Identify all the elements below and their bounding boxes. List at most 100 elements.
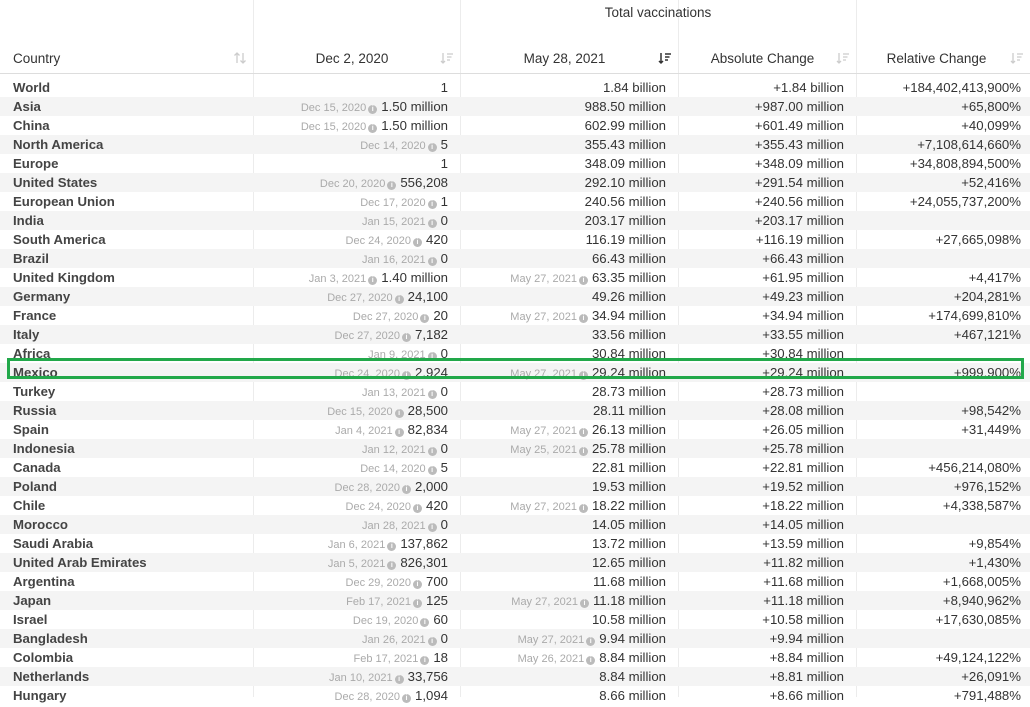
info-icon[interactable]: i (401, 371, 411, 380)
column-header-absolute-change[interactable]: Absolute Change (679, 43, 856, 73)
table-row[interactable]: France Dec 27, 2020 i 20 May 27, 2021 i 34.94 … (0, 306, 1030, 325)
info-icon[interactable]: i (578, 504, 588, 513)
info-icon[interactable]: i (578, 447, 588, 456)
table-row[interactable]: Japan Feb 17, 2021 i 125 May 27, 2021 i 11.18 … (0, 591, 1030, 610)
info-icon[interactable]: i (427, 523, 437, 532)
info-icon[interactable]: i (401, 694, 411, 703)
sort-desc-icon[interactable] (1010, 51, 1024, 65)
cell-value: 24,100 (407, 289, 448, 304)
table-row[interactable]: India Jan 15, 2021 i 0 203.17 million +203.17… (0, 211, 1030, 230)
table-row[interactable]: Poland Dec 28, 2020 i 2,000 19.53 million +19… (0, 477, 1030, 496)
info-icon[interactable]: i (586, 656, 596, 665)
info-icon[interactable]: i (578, 371, 588, 380)
info-icon[interactable]: i (387, 181, 397, 190)
column-header-dec-2-2020[interactable]: Dec 2, 2020 (254, 43, 460, 73)
relative-change-value: +34,808,894,500% (909, 156, 1021, 171)
info-icon[interactable]: i (368, 276, 378, 285)
table-row[interactable]: Italy Dec 27, 2020 i 7,182 33.56 million +33.… (0, 325, 1030, 344)
info-icon[interactable]: i (427, 257, 437, 266)
sort-desc-icon[interactable] (440, 51, 454, 65)
date-note: Dec 14, 2020 (360, 140, 426, 152)
info-icon[interactable]: i (401, 333, 411, 342)
table-row[interactable]: United Kingdom Jan 3, 2021 i 1.40 million Ma… (0, 268, 1030, 287)
info-icon[interactable]: i (427, 466, 437, 475)
table-row[interactable]: Spain Jan 4, 2021 i 82,834 May 27, 2021 i 26.1… (0, 420, 1030, 439)
may-28-2021-value: 10.58 million (461, 610, 666, 629)
info-icon[interactable]: i (368, 105, 378, 114)
dec-2-2020-value: Dec 14, 2020 i 5 (254, 135, 448, 154)
info-icon[interactable]: i (578, 314, 588, 323)
table-row[interactable]: China Dec 15, 2020 i 1.50 million 602.99 mil… (0, 116, 1030, 135)
table-row[interactable]: Russia Dec 15, 2020 i 28,500 28.11 million +2… (0, 401, 1030, 420)
info-icon[interactable]: i (586, 637, 596, 646)
dec-2-2020-value: Feb 17, 2021 i 125 (254, 591, 448, 610)
info-icon[interactable]: i (427, 447, 437, 456)
info-icon[interactable]: i (394, 409, 404, 418)
table-row[interactable]: Mexico Dec 24, 2020 i 2,924 May 27, 2021 i 29.… (0, 363, 1030, 382)
info-icon[interactable]: i (427, 637, 437, 646)
column-header-country[interactable]: Country (13, 43, 253, 73)
date-note: May 25, 2021 (510, 444, 577, 456)
table-row[interactable]: Morocco Jan 28, 2021 i 0 14.05 million +14.05… (0, 515, 1030, 534)
info-icon[interactable]: i (412, 238, 422, 247)
table-row[interactable]: European Union Dec 17, 2020 i 1 240.56 milli… (0, 192, 1030, 211)
info-icon[interactable]: i (387, 542, 397, 551)
table-row[interactable]: Africa Jan 9, 2021 i 0 30.84 million +30.84 m… (0, 344, 1030, 363)
sort-desc-icon[interactable] (836, 51, 850, 65)
table-row[interactable]: North America Dec 14, 2020 i 5 355.43 millio… (0, 135, 1030, 154)
table-row[interactable]: United Arab Emirates Jan 5, 2021 i 826,301 1… (0, 553, 1030, 572)
cell-value: 82,834 (407, 422, 448, 437)
table-row[interactable]: Germany Dec 27, 2020 i 24,100 49.26 million +… (0, 287, 1030, 306)
info-icon[interactable]: i (387, 561, 397, 570)
sort-desc-active-icon[interactable] (658, 51, 672, 65)
absolute-change-value: +9.94 million (769, 631, 844, 646)
info-icon[interactable]: i (427, 219, 437, 228)
table-row[interactable]: Turkey Jan 13, 2021 i 0 28.73 million +28.73 … (0, 382, 1030, 401)
info-icon[interactable]: i (394, 675, 404, 684)
table-row[interactable]: United States Dec 20, 2020 i 556,208 292.10 … (0, 173, 1030, 192)
info-icon[interactable]: i (420, 656, 430, 665)
country-name: India (13, 213, 44, 228)
may-28-2021-value: 988.50 million (461, 97, 666, 116)
info-icon[interactable]: i (578, 428, 588, 437)
table-row[interactable]: Israel Dec 19, 2020 i 60 10.58 million +10.58… (0, 610, 1030, 629)
table-row[interactable]: World 1 1.84 billion +1.84 billion +184,402,… (0, 78, 1030, 97)
table-row[interactable]: Hungary Dec 28, 2020 i 1,094 8.66 million +8.… (0, 686, 1030, 705)
column-header-may-28-2021[interactable]: May 28, 2021 (461, 43, 678, 73)
column-header-relative-change[interactable]: Relative Change (857, 43, 1030, 73)
info-icon[interactable]: i (427, 143, 437, 152)
table-row[interactable]: Netherlands Jan 10, 2021 i 33,756 8.84 milli… (0, 667, 1030, 686)
table-row[interactable]: Saudi Arabia Jan 6, 2021 i 137,862 13.72 mil… (0, 534, 1030, 553)
table-row[interactable]: Brazil Jan 16, 2021 i 0 66.43 million +66.43 … (0, 249, 1030, 268)
table-row[interactable]: Colombia Feb 17, 2021 i 18 May 26, 2021 i 8.84… (0, 648, 1030, 667)
info-icon[interactable]: i (420, 618, 430, 627)
absolute-change-value: +11.18 million (763, 593, 844, 608)
date-note: Dec 17, 2020 (360, 197, 426, 209)
table-row[interactable]: Indonesia Jan 12, 2021 i 0 May 25, 2021 i 25.7… (0, 439, 1030, 458)
table-row[interactable]: Canada Dec 14, 2020 i 5 22.81 million +22.81 … (0, 458, 1030, 477)
date-note: May 27, 2021 (510, 273, 577, 285)
info-icon[interactable]: i (394, 295, 404, 304)
table-row[interactable]: Bangladesh Jan 26, 2021 i 0 May 27, 2021 i 9.9… (0, 629, 1030, 648)
info-icon[interactable]: i (427, 200, 437, 209)
table-row[interactable]: Asia Dec 15, 2020 i 1.50 million 988.50 mill… (0, 97, 1030, 116)
info-icon[interactable]: i (427, 390, 437, 399)
table-row[interactable]: Europe 1 348.09 million +348.09 million +34,… (0, 154, 1030, 173)
info-icon[interactable]: i (394, 428, 404, 437)
dec-2-2020-value: Jan 12, 2021 i 0 (254, 439, 448, 458)
info-icon[interactable]: i (579, 599, 589, 608)
info-icon[interactable]: i (368, 124, 378, 133)
table-row[interactable]: Chile Dec 24, 2020 i 420 May 27, 2021 i 18.22 … (0, 496, 1030, 515)
table-row[interactable]: South America Dec 24, 2020 i 420 116.19 mill… (0, 230, 1030, 249)
info-icon[interactable]: i (412, 599, 422, 608)
info-icon[interactable]: i (420, 314, 430, 323)
sort-arrows-icon[interactable] (233, 51, 247, 65)
info-icon[interactable]: i (401, 485, 411, 494)
cell-value: 34.94 million (591, 308, 666, 323)
info-icon[interactable]: i (412, 504, 422, 513)
info-icon[interactable]: i (427, 352, 437, 361)
table-row[interactable]: Argentina Dec 29, 2020 i 700 11.68 million +1… (0, 572, 1030, 591)
info-icon[interactable]: i (578, 276, 588, 285)
date-note: Jan 5, 2021 (327, 558, 386, 570)
info-icon[interactable]: i (412, 580, 422, 589)
